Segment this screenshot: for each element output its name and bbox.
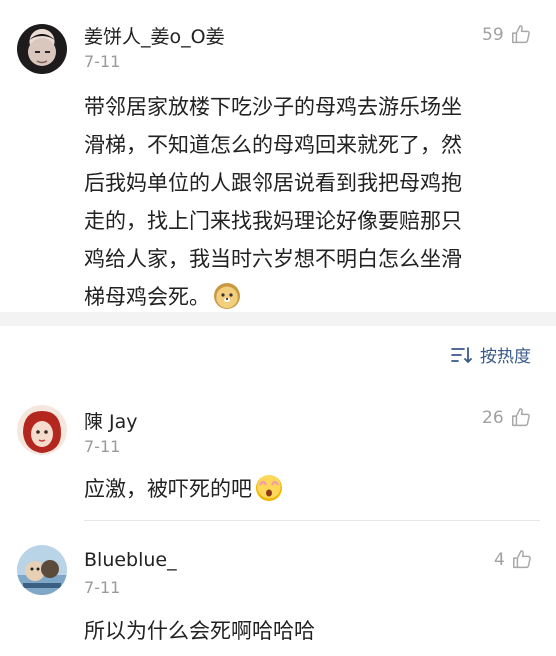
- avatar[interactable]: [17, 405, 67, 455]
- scared-emoji-face: [258, 480, 280, 497]
- scared-emoji: [256, 475, 282, 501]
- section-separator: [0, 312, 556, 326]
- comment-text: 所以为什么会死啊哈哈哈: [84, 619, 315, 643]
- comment-line: 走的，找上门来找我妈理论好像要赔那只: [84, 209, 462, 233]
- comment-line: 带邻居家放楼下吃沙子的母鸡去游乐场坐: [84, 95, 462, 119]
- comment-line: 后我妈单位的人跟邻居说看到我把母鸡抱: [84, 171, 462, 195]
- like-button[interactable]: 26: [482, 407, 532, 429]
- avatar-image: [23, 411, 61, 453]
- comment-username[interactable]: 姜饼人_姜o_O姜: [84, 22, 225, 49]
- sort-icon: [451, 346, 472, 363]
- comment-text: 带邻居家放楼下吃沙子的母鸡去游乐场坐 滑梯，不知道怎么的母鸡回来就死了，然 后我…: [84, 88, 544, 316]
- avatar[interactable]: [17, 24, 67, 74]
- like-count: 26: [482, 408, 504, 428]
- comment-line: 滑梯，不知道怎么的母鸡回来就死了，然: [84, 133, 462, 157]
- avatar-image: [17, 560, 67, 595]
- comment-text: 应激，被吓死的吧: [84, 470, 282, 508]
- thumbs-up-icon: [511, 408, 530, 427]
- comment-username[interactable]: 陳 Jay: [84, 407, 138, 434]
- like-count: 59: [482, 25, 504, 45]
- doge-emoji: [214, 283, 240, 309]
- sort-label: 按热度: [480, 347, 531, 367]
- doge-emoji-face: [221, 293, 233, 302]
- avatar[interactable]: [17, 545, 67, 595]
- comment-line: 梯母鸡会死。: [84, 278, 544, 316]
- thumbs-up-icon: [511, 25, 530, 44]
- comment-username[interactable]: Blueblue_: [84, 549, 177, 571]
- like-button[interactable]: 4: [494, 549, 533, 571]
- sort-by-hot-button[interactable]: 按热度: [450, 342, 531, 367]
- avatar-image: [27, 34, 57, 66]
- comment-divider: [84, 520, 540, 521]
- thumbs-up-icon: [512, 550, 531, 569]
- like-button[interactable]: 59: [482, 24, 532, 46]
- comment-line-text: 梯母鸡会死。: [84, 285, 210, 309]
- comment-date: 7-11: [84, 52, 121, 71]
- comment-date: 7-11: [84, 578, 121, 597]
- like-count: 4: [494, 550, 505, 570]
- comment-date: 7-11: [84, 437, 121, 456]
- comment-text-content: 应激，被吓死的吧: [84, 477, 252, 501]
- comment-line: 鸡给人家，我当时六岁想不明白怎么坐滑: [84, 247, 462, 271]
